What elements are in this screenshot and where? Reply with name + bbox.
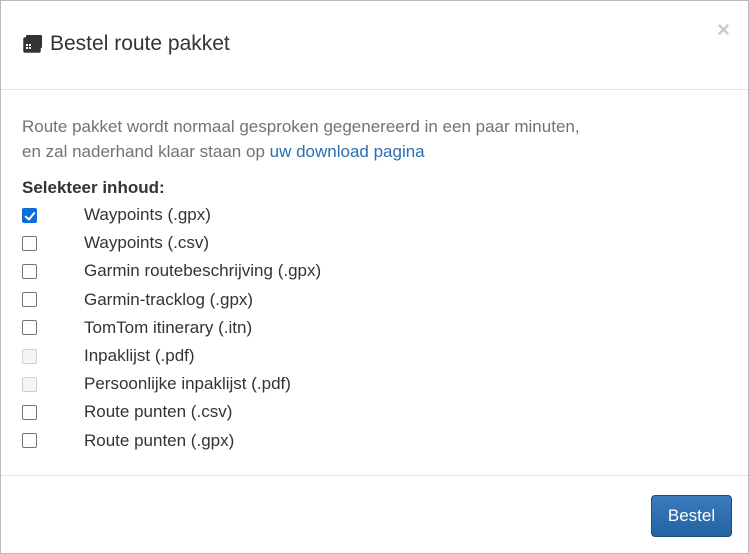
option-label[interactable]: Waypoints (.gpx) [84, 205, 211, 225]
option-checkbox[interactable] [22, 320, 37, 336]
option-row: TomTom itinerary (.itn) [22, 314, 722, 342]
option-label[interactable]: Garmin-tracklog (.gpx) [84, 290, 253, 310]
option-checkbox[interactable] [22, 235, 37, 251]
option-checkbox[interactable] [22, 292, 37, 308]
option-row: Inpaklijst (.pdf) [22, 342, 722, 370]
option-row: Garmin routebeschrijving (.gpx) [22, 257, 722, 285]
boxes-icon [21, 32, 45, 56]
download-page-link[interactable]: uw download pagina [270, 142, 425, 161]
order-route-package-modal: Bestel route pakket × Route pakket wordt… [0, 0, 749, 554]
close-button[interactable]: × [717, 18, 730, 42]
option-label[interactable]: Route punten (.gpx) [84, 431, 234, 451]
modal-footer: Bestel [1, 475, 748, 554]
option-checkbox [22, 376, 37, 392]
modal-title-group: Bestel route pakket [21, 30, 230, 58]
intro-text: Route pakket wordt normaal gesproken geg… [22, 114, 722, 164]
option-label[interactable]: Garmin routebeschrijving (.gpx) [84, 261, 321, 281]
option-checkbox[interactable] [22, 433, 37, 449]
option-checkbox[interactable] [22, 207, 37, 223]
intro-line-2: en zal naderhand klaar staan op uw downl… [22, 139, 722, 164]
modal-title: Bestel route pakket [50, 32, 230, 55]
intro-line-2-text: en zal naderhand klaar staan op [22, 142, 270, 161]
option-row: Waypoints (.csv) [22, 229, 722, 257]
option-row: Waypoints (.gpx) [22, 201, 722, 229]
option-label[interactable]: Inpaklijst (.pdf) [84, 346, 195, 366]
option-row: Persoonlijke inpaklijst (.pdf) [22, 370, 722, 398]
option-label[interactable]: Route punten (.csv) [84, 402, 232, 422]
option-label[interactable]: TomTom itinerary (.itn) [84, 318, 252, 338]
option-checkbox [22, 348, 37, 364]
select-content-label: Selekteer inhoud: [22, 178, 165, 197]
option-checkbox[interactable] [22, 263, 37, 279]
option-row: Route punten (.csv) [22, 398, 722, 426]
option-row: Garmin-tracklog (.gpx) [22, 286, 722, 314]
option-row: Route punten (.gpx) [22, 427, 722, 455]
intro-line-1: Route pakket wordt normaal gesproken geg… [22, 117, 580, 136]
option-label[interactable]: Waypoints (.csv) [84, 233, 209, 253]
modal-body: Route pakket wordt normaal gesproken geg… [22, 114, 722, 455]
option-label[interactable]: Persoonlijke inpaklijst (.pdf) [84, 374, 291, 394]
option-checkbox[interactable] [22, 404, 37, 420]
content-options-list: Waypoints (.gpx) Waypoints (.csv) Garmin r… [22, 201, 722, 455]
modal-header: Bestel route pakket × [1, 1, 748, 90]
order-button[interactable]: Bestel [651, 495, 732, 537]
